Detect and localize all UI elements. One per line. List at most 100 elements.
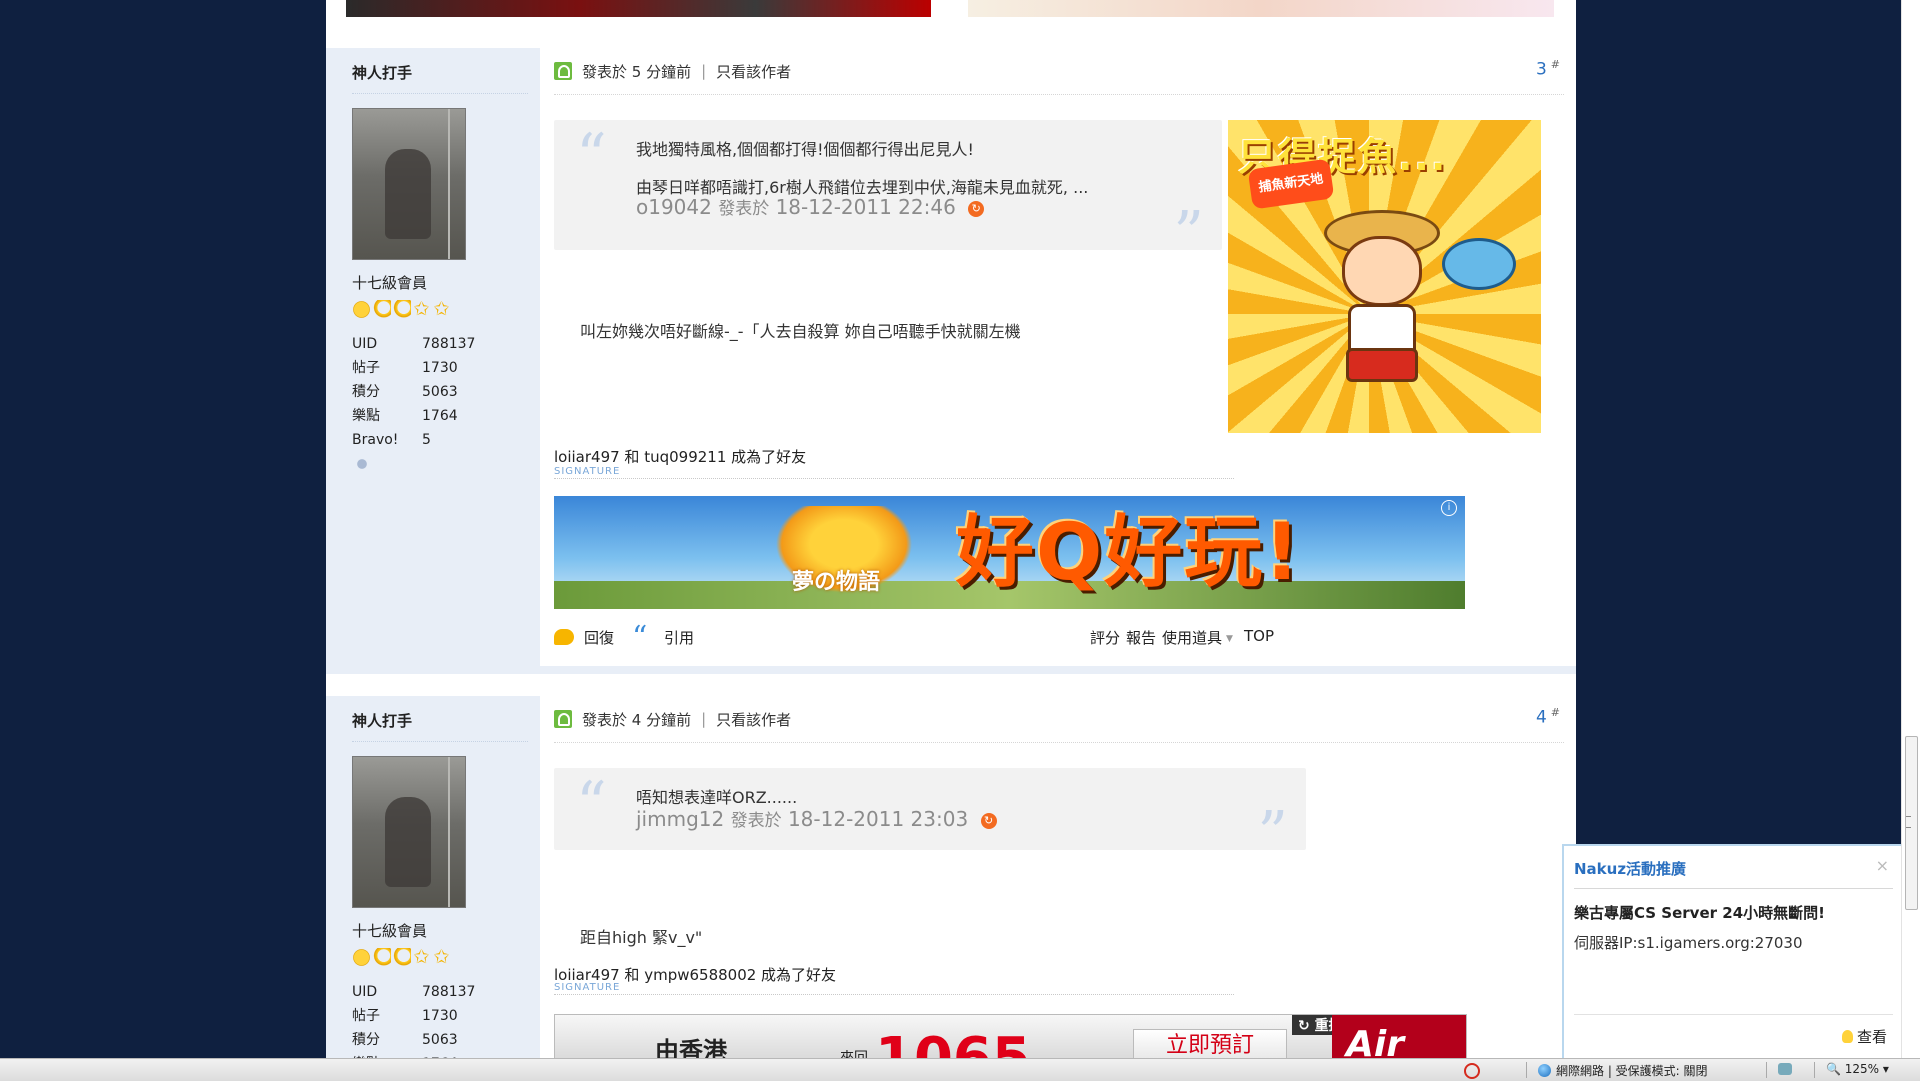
view-button[interactable]: 查看 bbox=[1841, 1026, 1887, 1047]
use-item-menu[interactable]: 使用道具 ▼ bbox=[1162, 627, 1233, 648]
ad-info-icon[interactable]: i bbox=[1441, 500, 1457, 516]
post-body: 叫左妳幾次唔好斷線-_-「人去自殺算 妳自己唔聽手快就關左機 bbox=[580, 322, 1021, 341]
meta-separator: | bbox=[701, 710, 707, 728]
use-item-label[interactable]: 使用道具 bbox=[1162, 629, 1222, 647]
jump-to-post-icon[interactable]: ↻ bbox=[968, 201, 985, 217]
user-post-icon bbox=[554, 710, 572, 728]
popup-blocked-icon[interactable] bbox=[1464, 1063, 1480, 1079]
moon-icon bbox=[392, 948, 411, 967]
ad-banner-right[interactable] bbox=[968, 0, 1554, 17]
quote-time: 18-12-2011 22:46 bbox=[775, 195, 956, 219]
chevron-down-icon[interactable]: ▼ bbox=[1226, 634, 1233, 644]
member-rank: 十七級會員 bbox=[352, 274, 428, 292]
member-rank: 十七級會員 bbox=[352, 922, 428, 940]
zoom-level[interactable]: 🔍 125% ▾ bbox=[1826, 1062, 1889, 1076]
divider bbox=[352, 741, 528, 742]
floor-number[interactable]: 4 # bbox=[1536, 706, 1560, 728]
floor-mark: # bbox=[1550, 706, 1560, 719]
floor-number[interactable]: 3 # bbox=[1536, 58, 1560, 80]
view-label[interactable]: 查看 bbox=[1857, 1028, 1887, 1046]
rank-stars: ✩ ✩ bbox=[352, 300, 451, 320]
ad-price: 1065 bbox=[875, 1029, 1031, 1059]
divider bbox=[554, 742, 1564, 743]
send-message-icon[interactable] bbox=[354, 456, 370, 472]
moon-icon bbox=[392, 300, 411, 319]
author-name[interactable]: 神人打手 bbox=[352, 710, 412, 731]
post-time: 發表於 5 分鐘前 bbox=[582, 62, 692, 81]
user-post-icon bbox=[554, 62, 572, 80]
stat-label: 積分 bbox=[352, 384, 380, 400]
only-author-link[interactable]: 只看該作者 bbox=[716, 709, 791, 730]
quote-time: 18-12-2011 23:03 bbox=[787, 807, 969, 831]
post-meta: 發表於 4 分鐘前 | 只看該作者 bbox=[554, 708, 791, 730]
moon-icon bbox=[372, 948, 391, 967]
scrollbar-grip bbox=[1906, 816, 1911, 828]
quote-icon[interactable]: “ bbox=[632, 623, 647, 653]
floor-value[interactable]: 3 bbox=[1536, 60, 1547, 80]
game-logo-text: 夢の物語 bbox=[792, 570, 881, 595]
security-zone[interactable]: 網際網路 | 受保護模式: 關閉 bbox=[1538, 1062, 1708, 1079]
quote-line: 唔知想表達咩ORZ...... bbox=[636, 788, 798, 807]
post-separator bbox=[326, 666, 1576, 674]
stat-value: 1764 bbox=[422, 408, 458, 424]
friend-notice[interactable]: loiiar497 和 tuq099211 成為了好友 bbox=[554, 446, 806, 467]
floor-mark: # bbox=[1550, 58, 1560, 71]
vertical-scrollbar[interactable] bbox=[1901, 0, 1920, 1058]
close-icon[interactable]: × bbox=[1876, 856, 1889, 875]
ad-origin: 由香港 bbox=[655, 1037, 727, 1058]
star-icon: ✩ bbox=[433, 298, 450, 320]
star-icon: ✩ bbox=[413, 298, 430, 320]
ad-banner-left[interactable] bbox=[346, 0, 931, 17]
only-author-link[interactable]: 只看該作者 bbox=[716, 61, 791, 82]
status-divider bbox=[1766, 1062, 1767, 1078]
open-quote-icon: “ bbox=[576, 121, 607, 191]
stat-label: UID bbox=[352, 984, 378, 1000]
popup-title: Nakuz活動推廣 bbox=[1574, 860, 1687, 878]
avatar[interactable] bbox=[352, 756, 466, 908]
post-meta: 發表於 5 分鐘前 | 只看該作者 bbox=[554, 60, 791, 82]
airline-ad-banner[interactable]: 由香港 來回 1065 立即預訂 ↻ 重播 Air bbox=[554, 1014, 1467, 1058]
protected-mode-icon[interactable] bbox=[1778, 1063, 1792, 1075]
popup-message[interactable]: 樂古專屬CS Server 24小時無斷問! bbox=[1574, 902, 1825, 923]
zone-label[interactable]: 網際網路 | 受保護模式: 關閉 bbox=[1556, 1064, 1708, 1078]
stat-value: 5 bbox=[422, 432, 431, 448]
sun-icon bbox=[352, 300, 371, 319]
open-quote-icon: “ bbox=[576, 769, 607, 839]
rank-stars: ✩ ✩ bbox=[352, 948, 451, 968]
top-link[interactable]: TOP bbox=[1244, 627, 1274, 645]
stat-value[interactable]: 1730 bbox=[422, 356, 458, 380]
divider bbox=[1574, 888, 1893, 889]
floor-value[interactable]: 4 bbox=[1536, 708, 1547, 728]
meta-separator: | bbox=[701, 62, 707, 80]
quote-button[interactable]: 引用 bbox=[664, 627, 694, 648]
post-body: 距自high 緊v_v" bbox=[580, 928, 703, 947]
jump-to-post-icon[interactable]: ↻ bbox=[980, 813, 997, 829]
report-button[interactable]: 報告 bbox=[1126, 627, 1156, 648]
fish-icon bbox=[1442, 238, 1516, 290]
avatar[interactable] bbox=[352, 108, 466, 260]
stat-value: 5063 bbox=[422, 1032, 458, 1048]
post-content: 發表於 4 分鐘前 | 只看該作者 4 # “ 唔知想表達咩ORZ...... j… bbox=[554, 696, 1564, 1058]
reply-button[interactable]: 回復 bbox=[584, 627, 614, 648]
quote-author: jimmg12 bbox=[636, 807, 725, 831]
zoom-value[interactable]: 125% bbox=[1845, 1062, 1879, 1076]
sun-icon bbox=[352, 948, 371, 967]
quote-line: 我地獨特風格,個個都打得!個個都行得出尼見人! bbox=[636, 140, 974, 159]
speech-bubble-icon[interactable] bbox=[554, 629, 574, 645]
globe-icon bbox=[1538, 1064, 1551, 1077]
stat-value[interactable]: 788137 bbox=[422, 332, 475, 356]
browser-status-bar: 網際網路 | 受保護模式: 關閉 🔍 125% ▾ bbox=[0, 1058, 1920, 1081]
popup-server-ip: 伺服器IP:s1.igamers.org:27030 bbox=[1574, 934, 1803, 952]
book-now-button[interactable]: 立即預訂 bbox=[1133, 1029, 1287, 1058]
stat-value[interactable]: 1730 bbox=[422, 1004, 458, 1028]
post-actions: 回復 “ 引用 評分 報告 使用道具 ▼ TOP bbox=[554, 623, 1564, 653]
quote-block: “ 我地獨特風格,個個都打得!個個都行得出尼見人! 由琴日咩都唔識打,6r樹人飛… bbox=[554, 120, 1222, 264]
author-name[interactable]: 神人打手 bbox=[352, 62, 412, 83]
top-ad-banners[interactable] bbox=[346, 0, 1566, 18]
rate-button[interactable]: 評分 bbox=[1090, 627, 1120, 648]
post-floor-4: 神人打手 十七級會員 ✩ ✩ UID788137 帖子1730 積分5063 樂… bbox=[326, 696, 1576, 1058]
signature-ad-banner[interactable]: 夢の物語 好Q好玩! i bbox=[554, 496, 1465, 609]
airline-logo: Air bbox=[1332, 1015, 1466, 1058]
game-ad-image[interactable]: 只得捉魚... 捕魚新天地 bbox=[1228, 120, 1541, 433]
stat-value[interactable]: 788137 bbox=[422, 980, 475, 1004]
